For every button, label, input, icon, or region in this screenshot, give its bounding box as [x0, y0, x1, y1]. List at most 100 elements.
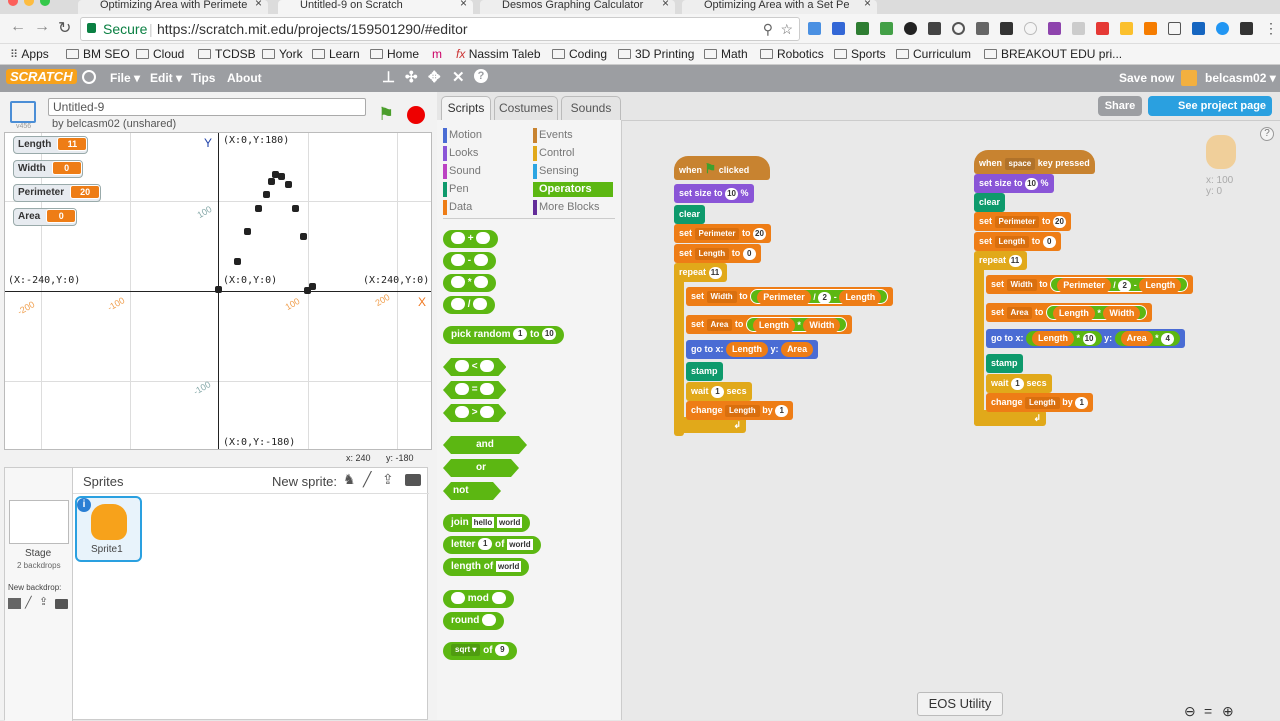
- reload-icon[interactable]: ↻: [58, 18, 71, 38]
- palette-pick-random-block[interactable]: pick random 1 to 10: [443, 326, 565, 344]
- monitor-width[interactable]: Width 0: [13, 160, 83, 178]
- bookmark-folder[interactable]: Home: [370, 44, 419, 64]
- extension-icon[interactable]: [856, 22, 869, 35]
- info-icon[interactable]: i: [77, 498, 91, 512]
- set-variable-block[interactable]: set Perimeter to 20: [674, 224, 771, 243]
- extension-icon[interactable]: [904, 22, 917, 35]
- close-tab-icon[interactable]: ×: [662, 0, 669, 9]
- bookmark-folder[interactable]: TCDSB: [198, 44, 256, 64]
- close-window-icon[interactable]: [8, 0, 18, 6]
- stage-canvas[interactable]: Y X (X:0,Y:180) (X:-240,Y:0) (X:0,Y:0) (…: [4, 132, 432, 450]
- when-flag-clicked-block[interactable]: when ⚑ clicked: [674, 156, 770, 180]
- bookmark-folder[interactable]: BM SEO: [66, 44, 130, 64]
- when-key-pressed-block[interactable]: when space key pressed: [974, 150, 1095, 174]
- grow-icon[interactable]: ✥: [428, 68, 441, 86]
- wait-block[interactable]: wait 1 secs: [686, 382, 752, 401]
- menu-icon[interactable]: ⋮: [1264, 20, 1278, 37]
- browser-tab[interactable]: Optimizing Area with Perimete ×: [78, 0, 268, 14]
- extension-icon[interactable]: [1072, 22, 1085, 35]
- menu-tips[interactable]: Tips: [191, 71, 215, 85]
- bookmark-folder[interactable]: York: [262, 44, 303, 64]
- upload-sprite-icon[interactable]: ⇪: [382, 471, 394, 488]
- category-sensing[interactable]: Sensing: [533, 164, 613, 179]
- paint-sprite-icon[interactable]: ╱: [363, 471, 371, 488]
- palette-or-block[interactable]: or: [443, 459, 519, 477]
- extension-icon[interactable]: [1216, 22, 1229, 35]
- menu-edit[interactable]: Edit ▾: [150, 71, 182, 85]
- stop-icon[interactable]: [407, 106, 425, 124]
- globe-icon[interactable]: [82, 70, 96, 84]
- back-icon[interactable]: ←: [10, 18, 26, 36]
- bookmark-folder[interactable]: Learn: [312, 44, 360, 64]
- clear-block[interactable]: clear: [974, 193, 1006, 212]
- key-icon[interactable]: ⚲: [763, 18, 773, 40]
- palette-letter-block[interactable]: letter 1 of world: [443, 536, 541, 554]
- category-sound[interactable]: Sound: [443, 164, 523, 179]
- script-area[interactable]: ? x: 100 y: 0 when ⚑ clicked set size to…: [622, 120, 1280, 720]
- category-more-blocks[interactable]: More Blocks: [533, 200, 613, 215]
- star-icon[interactable]: ☆: [780, 18, 793, 40]
- scratch-logo[interactable]: SCRATCH: [6, 69, 77, 84]
- category-motion[interactable]: Motion: [443, 128, 523, 143]
- paint-backdrop-icon[interactable]: ╱: [25, 596, 32, 609]
- choose-backdrop-icon[interactable]: [8, 598, 21, 609]
- extension-icon[interactable]: [952, 22, 965, 35]
- save-now-link[interactable]: Save now: [1119, 71, 1174, 85]
- palette-join-block[interactable]: join hello world: [443, 514, 531, 532]
- menu-file[interactable]: File ▾: [110, 71, 140, 85]
- zoom-in-icon[interactable]: ⊕: [1222, 703, 1234, 720]
- extension-icon[interactable]: [1048, 22, 1061, 35]
- category-events[interactable]: Events: [533, 128, 613, 143]
- category-data[interactable]: Data: [443, 200, 523, 215]
- extension-icon[interactable]: [808, 22, 821, 35]
- clear-block[interactable]: clear: [674, 205, 706, 224]
- set-variable-block[interactable]: set Perimeter to 20: [974, 212, 1071, 231]
- bookmark-folder[interactable]: BREAKOUT EDU pri...: [984, 44, 1122, 64]
- close-tab-icon[interactable]: ×: [864, 0, 871, 9]
- green-flag-icon[interactable]: ⚑: [378, 104, 394, 125]
- wait-block[interactable]: wait 1 secs: [986, 374, 1052, 393]
- extension-icon[interactable]: [1024, 22, 1037, 35]
- share-button[interactable]: Share: [1098, 96, 1142, 116]
- palette-equals-block[interactable]: =: [443, 381, 506, 399]
- bookmark-link[interactable]: fx Nassim Taleb: [456, 44, 541, 64]
- bookmark-icon[interactable]: m: [432, 44, 442, 64]
- fullscreen-icon[interactable]: [10, 101, 36, 123]
- bookmark-folder[interactable]: Cloud: [136, 44, 184, 64]
- category-operators[interactable]: Operators: [533, 182, 613, 197]
- extension-icon[interactable]: [832, 22, 845, 35]
- menu-about[interactable]: About: [227, 71, 262, 85]
- repeat-block[interactable]: repeat 11: [974, 251, 1027, 270]
- change-variable-block[interactable]: change Length by 1: [686, 401, 794, 420]
- palette-add-block[interactable]: +: [443, 230, 499, 248]
- help-icon[interactable]: ?: [1260, 127, 1274, 141]
- category-looks[interactable]: Looks: [443, 146, 523, 161]
- extension-icon[interactable]: [1120, 22, 1133, 35]
- bookmark-folder[interactable]: Curriculum: [896, 44, 971, 64]
- forward-icon[interactable]: →: [34, 18, 50, 36]
- project-title-input[interactable]: [48, 98, 366, 116]
- set-size-block[interactable]: set size to 10 %: [674, 184, 754, 203]
- sprite-tile[interactable]: i Sprite1: [75, 496, 142, 562]
- palette-mod-block[interactable]: mod: [443, 590, 514, 608]
- extension-icon[interactable]: [880, 22, 893, 35]
- duplicate-icon[interactable]: ⊥: [382, 68, 395, 86]
- tab-sounds[interactable]: Sounds: [561, 96, 621, 120]
- extension-icon[interactable]: [1192, 22, 1205, 35]
- see-project-page-button[interactable]: See project page: [1148, 96, 1272, 116]
- browser-tab[interactable]: Desmos Graphing Calculator ×: [480, 0, 675, 14]
- palette-sqrt-block[interactable]: sqrt ▾ of 9: [443, 642, 518, 660]
- monitor-perimeter[interactable]: Perimeter 20: [13, 184, 102, 202]
- tab-scripts[interactable]: Scripts: [441, 96, 491, 120]
- stamp-block[interactable]: stamp: [986, 354, 1023, 373]
- palette-subtract-block[interactable]: -: [443, 252, 496, 270]
- avatar[interactable]: [1181, 70, 1197, 86]
- bookmark-folder[interactable]: Coding: [552, 44, 607, 64]
- set-variable-block[interactable]: set Length to 0: [674, 244, 761, 263]
- extension-icon[interactable]: [1000, 22, 1013, 35]
- palette-length-block[interactable]: length of world: [443, 558, 530, 576]
- help-icon[interactable]: ?: [474, 69, 488, 83]
- camera-sprite-icon[interactable]: [405, 474, 421, 486]
- choose-sprite-icon[interactable]: ♞: [343, 471, 356, 488]
- extension-icon[interactable]: [1240, 22, 1253, 35]
